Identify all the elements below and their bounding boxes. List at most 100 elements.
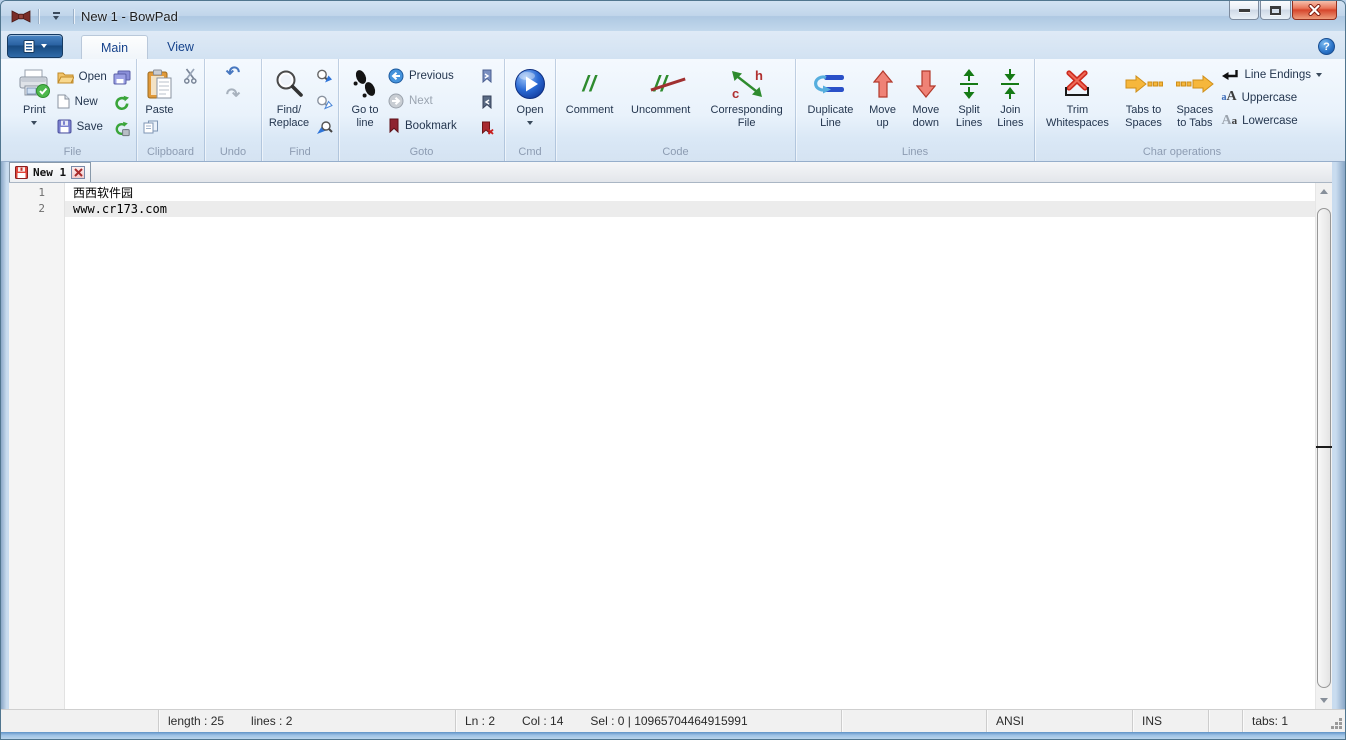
corresponding-file-label: CorrespondingFile (711, 104, 783, 130)
svg-text:c: c (732, 86, 739, 99)
print-label: Print (23, 104, 46, 117)
window-frame-left (1, 162, 9, 709)
status-cell-caret: Ln : 2 Col : 14 Sel : 0 | 10965704464915… (456, 710, 842, 732)
new-button[interactable]: New (57, 89, 111, 114)
ribbon-group-file: Print Open (9, 59, 137, 161)
resize-grip[interactable] (1339, 726, 1342, 729)
close-tab-button[interactable] (71, 166, 85, 179)
maximize-icon (1270, 6, 1281, 15)
find-replace-label: Find/Replace (269, 104, 309, 130)
find-prev-button[interactable] (313, 89, 335, 115)
bookmark-next-button[interactable] (476, 63, 498, 89)
new-icon (57, 94, 70, 109)
tabs-to-spaces-icon (1125, 64, 1163, 104)
reload-save-button[interactable] (111, 116, 133, 142)
document-tab[interactable]: New 1 (9, 162, 91, 182)
group-label-clipboard: Clipboard (137, 145, 204, 161)
save-all-button[interactable] (111, 64, 133, 90)
quick-access-dropdown[interactable] (46, 8, 66, 25)
undo-icon: ↶ (226, 63, 240, 82)
corresponding-file-button[interactable]: h c CorrespondingFile (701, 62, 792, 145)
open-button[interactable]: Open (57, 64, 111, 89)
duplicate-line-button[interactable]: DuplicateLine (799, 62, 862, 145)
window-controls (1229, 1, 1337, 20)
find-replace-button[interactable]: Find/Replace (265, 62, 313, 145)
vertical-scrollbar[interactable] (1315, 183, 1332, 709)
find-selection-icon (316, 121, 333, 136)
line-endings-button[interactable]: Line Endings (1221, 63, 1326, 86)
find-next-button[interactable] (313, 63, 335, 89)
lowercase-button[interactable]: Aa Lowercase (1221, 109, 1326, 132)
chevron-down-icon (1316, 73, 1322, 77)
group-label-cmd: Cmd (505, 145, 555, 161)
run-open-button[interactable]: Open (508, 62, 552, 145)
comment-button[interactable]: // Comment (559, 62, 620, 145)
goto-line-button[interactable]: Go toline (342, 62, 388, 145)
app-icon[interactable] (11, 10, 31, 23)
next-button[interactable]: Next (388, 88, 476, 113)
new-label: New (75, 96, 98, 108)
next-icon (388, 93, 404, 109)
code-line-current[interactable]: www.cr173.com (65, 201, 1315, 217)
save-button[interactable]: Save (57, 114, 111, 139)
close-button[interactable] (1292, 1, 1337, 20)
redo-icon: ↷ (226, 85, 240, 104)
reload-icon (114, 95, 130, 111)
copy-button[interactable] (140, 117, 162, 137)
bookmark-button[interactable]: Bookmark (388, 113, 476, 138)
titlebar[interactable]: New 1 - BowPad (1, 1, 1345, 31)
find-next-icon (316, 69, 333, 84)
uncomment-button[interactable]: // Uncomment (624, 62, 697, 145)
scroll-down-button[interactable] (1316, 692, 1332, 709)
paste-button[interactable]: Paste (140, 62, 179, 117)
cut-button[interactable] (179, 63, 201, 89)
move-up-button[interactable]: Moveup (862, 62, 903, 145)
group-label-goto: Goto (339, 145, 504, 161)
text-area[interactable]: 西西软件园 www.cr173.com (65, 183, 1315, 709)
redo-button[interactable]: ↷ (226, 85, 240, 105)
print-button[interactable]: Print (12, 62, 57, 145)
maximize-button[interactable] (1260, 1, 1291, 20)
move-down-button[interactable]: Movedown (903, 62, 948, 145)
spaces-to-tabs-button[interactable]: Spacesto Tabs (1170, 62, 1219, 145)
join-lines-button[interactable]: JoinLines (990, 62, 1031, 145)
status-tabs[interactable]: tabs: 1 (1243, 710, 1345, 732)
previous-button[interactable]: Previous (388, 63, 476, 88)
goto-line-icon (352, 64, 378, 104)
find-prev-icon (316, 95, 333, 110)
scroll-up-button[interactable] (1316, 183, 1332, 200)
bookmark-clear-icon (481, 121, 494, 135)
titlebar-separator (73, 9, 74, 24)
trim-whitespaces-button[interactable]: TrimWhitespaces (1038, 62, 1117, 145)
scrollbar-thumb[interactable] (1317, 208, 1331, 688)
dropdown-icon (53, 12, 60, 14)
status-column: Col : 14 (522, 714, 563, 728)
tabs-to-spaces-button[interactable]: Tabs toSpaces (1119, 62, 1168, 145)
status-insert-mode[interactable]: INS (1133, 710, 1209, 732)
tab-view[interactable]: View (148, 35, 213, 59)
svg-text:h: h (755, 69, 763, 83)
split-lines-button[interactable]: SplitLines (948, 62, 989, 145)
bookmark-prev-button[interactable] (476, 89, 498, 115)
find-selection-button[interactable] (313, 115, 335, 141)
ribbon-group-clipboard: Paste (137, 59, 205, 161)
trim-whitespaces-label: TrimWhitespaces (1046, 104, 1109, 130)
document-tab-bar: New 1 (9, 162, 1332, 183)
uppercase-button[interactable]: aA Uppercase (1221, 86, 1326, 109)
spaces-to-tabs-label: Spacesto Tabs (1176, 104, 1213, 130)
application-menu-button[interactable] (7, 34, 63, 58)
status-encoding[interactable]: ANSI (987, 710, 1133, 732)
reload-button[interactable] (111, 90, 133, 116)
editor[interactable]: 1 2 西西软件园 www.cr173.com (9, 183, 1332, 709)
help-button[interactable]: ? (1318, 38, 1335, 55)
ribbon-group-find: Find/Replace (262, 59, 339, 161)
join-lines-icon (999, 64, 1021, 104)
save-all-icon (113, 70, 131, 85)
status-line-number: Ln : 2 (465, 714, 495, 728)
minimize-button[interactable] (1229, 1, 1259, 20)
bookmark-clear-button[interactable] (476, 115, 498, 141)
undo-button[interactable]: ↶ (226, 63, 240, 83)
tab-main[interactable]: Main (81, 35, 148, 59)
goto-line-label: Go toline (352, 104, 379, 130)
code-line[interactable]: 西西软件园 (65, 185, 1315, 201)
